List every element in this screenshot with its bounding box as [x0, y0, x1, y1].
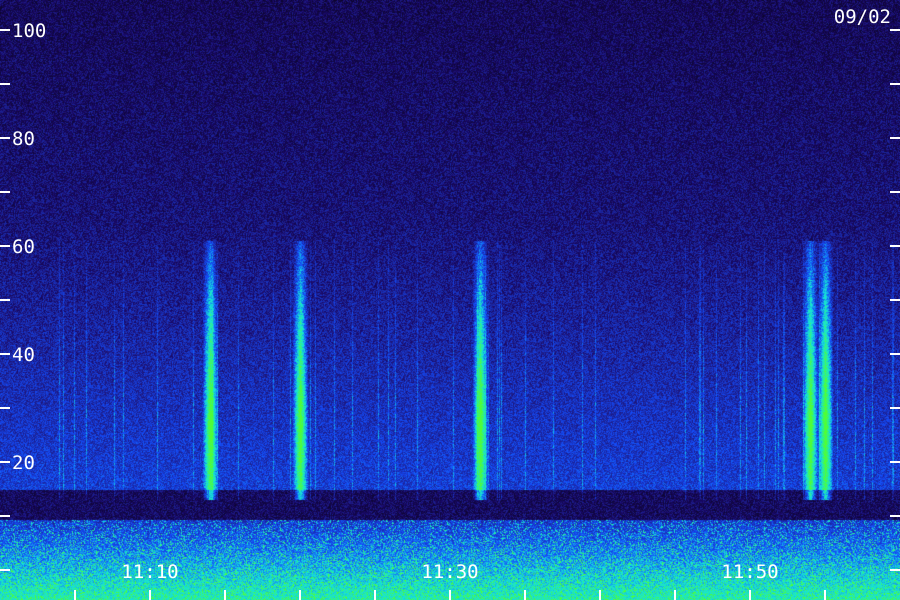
y-tick-label: 20	[12, 452, 35, 474]
x-tick-label: 11:50	[721, 561, 778, 583]
spectrogram-chart: 20 40 60 80 100 11:10 11:30 11:50 09/02	[0, 0, 900, 600]
y-tick-label: 40	[12, 344, 35, 366]
date-label: 09/02	[833, 6, 891, 28]
y-tick-label: 80	[12, 128, 35, 150]
y-tick-label: 100	[12, 20, 46, 42]
x-tick-label: 11:10	[121, 561, 178, 583]
y-tick-label: 60	[12, 236, 35, 258]
axes-overlay: 20 40 60 80 100 11:10 11:30 11:50	[0, 20, 900, 600]
x-tick-label: 11:30	[421, 561, 478, 583]
